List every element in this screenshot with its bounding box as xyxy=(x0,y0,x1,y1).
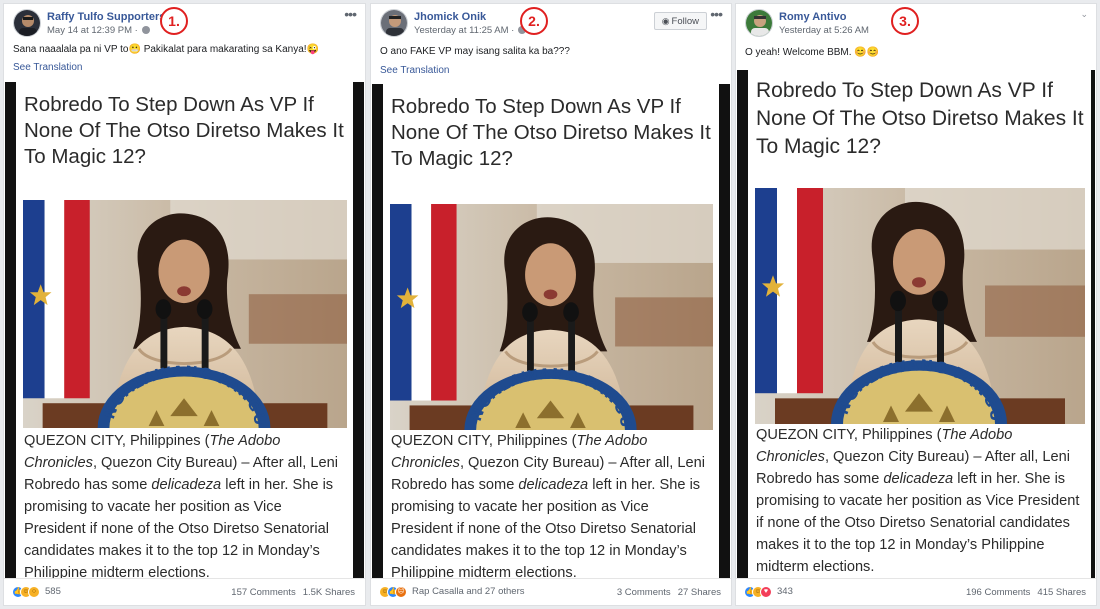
author-name[interactable]: Romy Antivo xyxy=(779,11,846,23)
avatar[interactable] xyxy=(380,9,408,37)
comments-count[interactable]: 3 Comments xyxy=(617,587,671,598)
article-photo: NGALAWANG PANGU xyxy=(755,188,1085,424)
post-header: Raffy Tulfo Supporters May 14 at 12:39 P… xyxy=(4,4,365,48)
post-timestamp[interactable]: Yesterday at 5:26 AM xyxy=(779,25,869,36)
see-translation-link[interactable]: See Translation xyxy=(380,65,450,76)
more-options-icon[interactable]: ••• xyxy=(344,6,357,22)
post-caption: Sana naaalala pa ni VP to😬 Pakikalat par… xyxy=(13,44,320,55)
article-headline: Robredo To Step Down As VP If None Of Th… xyxy=(756,79,1084,158)
reactions-summary[interactable]: ☺👍☹ Rap Casalla and 27 others xyxy=(379,586,525,600)
post-footer: 👍☺ ○ 585 157 Comments 1.5K Shares xyxy=(4,578,365,605)
public-globe-icon xyxy=(141,26,150,34)
post-header: Jhomick Onik Yesterday at 11:25 AM · 2. … xyxy=(371,4,731,48)
facebook-post-2: Jhomick Onik Yesterday at 11:25 AM · 2. … xyxy=(370,3,732,606)
reaction-count[interactable]: 343 xyxy=(777,586,793,598)
timestamp-text[interactable]: Yesterday at 11:25 AM · xyxy=(414,25,514,36)
shared-article-screenshot[interactable]: Robredo To Step Down As VP If None Of Th… xyxy=(372,84,730,582)
engagement-stats: 157 Comments 1.5K Shares xyxy=(231,587,355,598)
article-headline: Robredo To Step Down As VP If None Of Th… xyxy=(391,95,711,170)
article-body: QUEZON CITY, Philippines (The Adobo Chro… xyxy=(391,433,705,581)
reactions-summary[interactable]: 👍☺ ♥ 343 xyxy=(744,586,793,600)
article-body: QUEZON CITY, Philippines (The Adobo Chro… xyxy=(24,433,338,580)
post-footer: ☺👍☹ Rap Casalla and 27 others 3 Comments 2… xyxy=(371,578,731,605)
author-name[interactable]: Jhomick Onik xyxy=(414,11,486,23)
annotation-badge: 1. xyxy=(160,7,188,35)
post-footer: 👍☺ ♥ 343 196 Comments 415 Shares xyxy=(736,578,1096,605)
post-header: Romy Antivo Yesterday at 5:26 AM 3. ⌄ xyxy=(736,4,1096,48)
timestamp-text[interactable]: May 14 at 12:39 PM · xyxy=(47,25,138,36)
comments-count[interactable]: 196 Comments xyxy=(966,587,1030,598)
article-photo: NGALAWANG PANGU xyxy=(23,200,347,428)
chevron-down-icon[interactable]: ⌄ xyxy=(1080,9,1088,20)
comments-count[interactable]: 157 Comments xyxy=(231,587,295,598)
shares-count[interactable]: 1.5K Shares xyxy=(303,587,355,598)
post-caption: O ano FAKE VP may isang salita ka ba??? xyxy=(380,46,570,57)
shared-article-screenshot[interactable]: Robredo To Step Down As VP If None Of Th… xyxy=(737,70,1095,582)
reactions-summary[interactable]: 👍☺ ○ 585 xyxy=(12,586,61,600)
post-timestamp[interactable]: May 14 at 12:39 PM · xyxy=(47,25,150,36)
reaction-count[interactable]: 585 xyxy=(45,586,61,598)
facebook-post-1: Raffy Tulfo Supporters May 14 at 12:39 P… xyxy=(3,3,366,606)
shared-article-screenshot[interactable]: Robredo To Step Down As VP If None Of Th… xyxy=(5,82,364,580)
reaction-count[interactable]: Rap Casalla and 27 others xyxy=(412,586,525,598)
avatar[interactable] xyxy=(745,9,773,37)
article-headline: Robredo To Step Down As VP If None Of Th… xyxy=(24,93,344,168)
facebook-post-3: Romy Antivo Yesterday at 5:26 AM 3. ⌄ O … xyxy=(735,3,1097,606)
post-caption: O yeah! Welcome BBM. 😊😊 xyxy=(745,47,880,58)
love-reaction-icon: ♥ xyxy=(760,586,772,598)
wow-reaction-icon: ○ xyxy=(28,586,40,598)
more-options-icon[interactable]: ••• xyxy=(710,6,723,22)
article-photo: NGALAWANG PANGU xyxy=(390,204,713,430)
post-timestamp[interactable]: Yesterday at 11:25 AM · xyxy=(414,25,527,36)
shares-count[interactable]: 415 Shares xyxy=(1037,587,1086,598)
article-body: QUEZON CITY, Philippines (The Adobo Chro… xyxy=(756,427,1080,575)
annotation-badge: 2. xyxy=(520,7,548,35)
author-name[interactable]: Raffy Tulfo Supporters xyxy=(47,11,165,23)
rss-icon: ◉ xyxy=(661,16,670,26)
follow-label: Follow xyxy=(671,16,699,27)
annotation-badge: 3. xyxy=(891,7,919,35)
follow-button[interactable]: ◉ Follow xyxy=(653,12,707,30)
see-translation-link[interactable]: See Translation xyxy=(13,62,83,73)
shares-count[interactable]: 27 Shares xyxy=(678,587,721,598)
angry-reaction-icon: ☹ xyxy=(395,586,407,598)
engagement-stats: 196 Comments 415 Shares xyxy=(966,587,1086,598)
avatar[interactable] xyxy=(13,9,41,37)
engagement-stats: 3 Comments 27 Shares xyxy=(617,587,721,598)
